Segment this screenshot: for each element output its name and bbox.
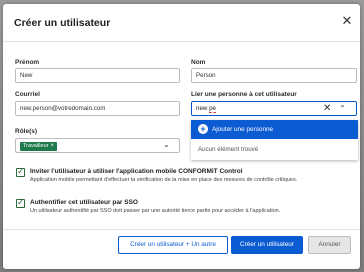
remove-tag-icon[interactable]: × [50,143,54,149]
clear-icon[interactable]: ✕ [323,103,331,115]
link-person-label: Lier une personne à cet utilisateur [191,91,297,98]
cancel-button[interactable]: Annuler [308,236,351,254]
create-user-dialog: Créer un utilisateur ✕ Prénom New Nom Pe… [3,4,360,269]
email-field[interactable]: new.person@votredomain.com [15,101,180,116]
no-results-text: Aucun élément trouvé [198,146,259,153]
link-person-dropdown: + Ajouter une personne Aucun élément tro… [191,120,358,160]
email-label: Courriel [15,91,40,98]
footer-divider [3,229,360,230]
invite-mobile-title: Inviter l'utilisateur à utiliser l'appli… [30,168,243,175]
create-another-button[interactable]: Créer un utilisateur + Un autre [118,236,228,254]
first-name-label: Prénom [15,59,40,66]
chevron-down-icon[interactable]: ⌄ [163,141,170,149]
add-person-option[interactable]: + Ajouter une personne [191,120,358,139]
dialog-title: Créer un utilisateur [14,17,111,29]
roles-select[interactable]: Travailleur × ⌄ [15,138,180,153]
close-icon[interactable]: ✕ [340,14,354,28]
plus-circle-icon: + [198,124,208,134]
role-tag: Travailleur × [20,142,57,151]
invite-mobile-description: Application mobile permettant d'effectue… [30,177,298,183]
last-name-field[interactable]: Person [191,68,357,83]
link-person-value: new pe [196,105,216,113]
invite-mobile-checkbox[interactable]: ✓ [16,166,25,177]
roles-label: Rôle(s) [15,128,38,135]
create-button[interactable]: Créer un utilisateur [231,236,303,254]
sso-checkbox[interactable]: ✓ [16,197,25,208]
last-name-label: Nom [191,59,206,66]
dialog-header: Créer un utilisateur ✕ [3,4,360,42]
sso-title: Authentifier cet utilisateur par SSO [30,199,138,206]
chevron-up-icon[interactable]: ⌃ [339,103,346,115]
link-person-combobox[interactable]: new pe ✕ ⌃ [191,101,357,116]
sso-description: Un utilisateur authentifié par SSO doit … [30,208,281,214]
add-person-label: Ajouter une personne [212,126,274,133]
first-name-field[interactable]: New [15,68,180,83]
